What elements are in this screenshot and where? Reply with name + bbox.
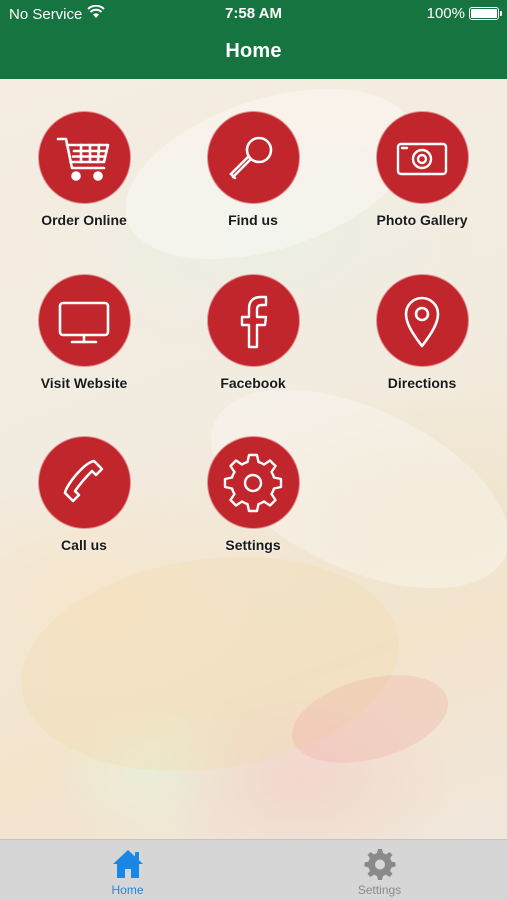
facebook-tile[interactable]: Facebook <box>178 274 328 391</box>
visit-website-label: Visit Website <box>40 375 128 391</box>
home-icon <box>112 850 143 878</box>
battery-percent: 100% <box>426 5 465 22</box>
header: No Service 7:58 AM 100% Home <box>0 0 507 79</box>
tab-settings[interactable]: Settings <box>316 840 443 900</box>
facebook-label: Facebook <box>220 375 286 391</box>
directions-label: Directions <box>387 375 457 391</box>
tab-settings-label: Settings <box>357 883 402 897</box>
status-bar: No Service 7:58 AM 100% <box>0 0 507 28</box>
order-online-label: Order Online <box>41 212 127 228</box>
battery-icon <box>469 7 502 20</box>
map-pin-icon <box>375 274 469 367</box>
call-us-label: Call us <box>61 537 107 553</box>
order-online-tile[interactable]: Order Online <box>9 111 159 228</box>
gear-icon <box>206 436 300 529</box>
visit-website-tile[interactable]: Visit Website <box>9 274 159 391</box>
settings-tile[interactable]: Settings <box>178 436 328 553</box>
settings-label: Settings <box>225 537 281 553</box>
page-title: Home <box>225 40 282 62</box>
photo-gallery-label: Photo Gallery <box>376 212 468 228</box>
directions-tile[interactable]: Directions <box>347 274 497 391</box>
tab-home-label: Home <box>111 883 144 897</box>
camera-icon <box>375 111 469 204</box>
shopping-cart-icon <box>37 111 131 204</box>
magnifier-icon <box>206 111 300 204</box>
monitor-icon <box>37 274 131 367</box>
phone-icon <box>37 436 131 529</box>
find-us-label: Find us <box>228 212 278 228</box>
gear-icon <box>364 849 395 880</box>
photo-gallery-tile[interactable]: Photo Gallery <box>347 111 497 228</box>
call-us-tile[interactable]: Call us <box>9 436 159 553</box>
tab-home[interactable]: Home <box>64 840 191 900</box>
find-us-tile[interactable]: Find us <box>178 111 328 228</box>
tab-bar: Home Settings <box>0 839 507 900</box>
facebook-icon <box>206 274 300 367</box>
home-grid: Order Online Find us Photo Gallery Visit… <box>0 79 507 839</box>
